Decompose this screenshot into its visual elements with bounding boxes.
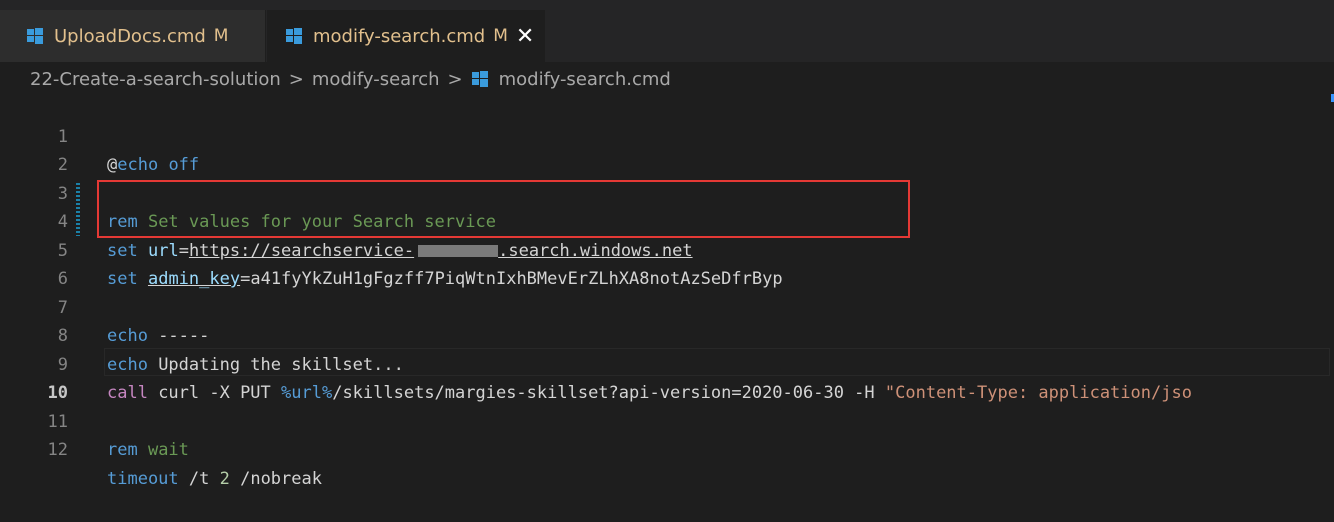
breadcrumb-separator: > (288, 68, 304, 90)
annotation-highlight-box (97, 180, 910, 238)
breadcrumb: 22-Create-a-search-solution > modify-sea… (30, 64, 671, 94)
code-line: 11 rem wait (0, 379, 1334, 461)
code-line: 3 rem Set values for your Search service (0, 151, 1334, 233)
breadcrumb-item[interactable]: modify-search (312, 69, 440, 90)
code-line: 6 (0, 237, 1334, 289)
code-line: 8 echo Updating the skillset... (0, 294, 1334, 375)
code-line: 7 echo ----- (0, 265, 1334, 347)
code-line: 9 call curl -X PUT %url%/skillsets/margi… (0, 322, 1334, 404)
tab-bar: UploadDocs.cmd M modify-search.cmd M ✕ (0, 0, 1334, 62)
windows-file-icon (286, 28, 302, 44)
modified-badge: M (493, 26, 508, 46)
tab-label: UploadDocs.cmd (54, 25, 206, 47)
windows-file-icon (27, 28, 43, 44)
close-icon[interactable]: ✕ (516, 24, 534, 49)
tab-modify-search[interactable]: modify-search.cmd M ✕ (267, 10, 545, 62)
modified-badge: M (213, 26, 229, 46)
code-line: 1 @echo off (0, 94, 1334, 176)
code-line: 10 (0, 351, 1334, 403)
breadcrumb-item[interactable]: 22-Create-a-search-solution (30, 69, 281, 90)
code-line: 12 timeout /t 2 /nobreak (0, 408, 1334, 489)
tab-uploaddocs[interactable]: UploadDocs.cmd M (0, 10, 266, 62)
line-number: 12 (47, 440, 68, 460)
breadcrumb-separator: > (447, 68, 463, 90)
tab-label: modify-search.cmd (313, 25, 486, 47)
breadcrumb-item[interactable]: modify-search.cmd (499, 69, 671, 90)
code-editor[interactable]: 1 @echo off 2 3 rem Set values for your … (0, 94, 1334, 489)
code-line: 2 (0, 123, 1334, 175)
windows-file-icon (471, 71, 488, 87)
